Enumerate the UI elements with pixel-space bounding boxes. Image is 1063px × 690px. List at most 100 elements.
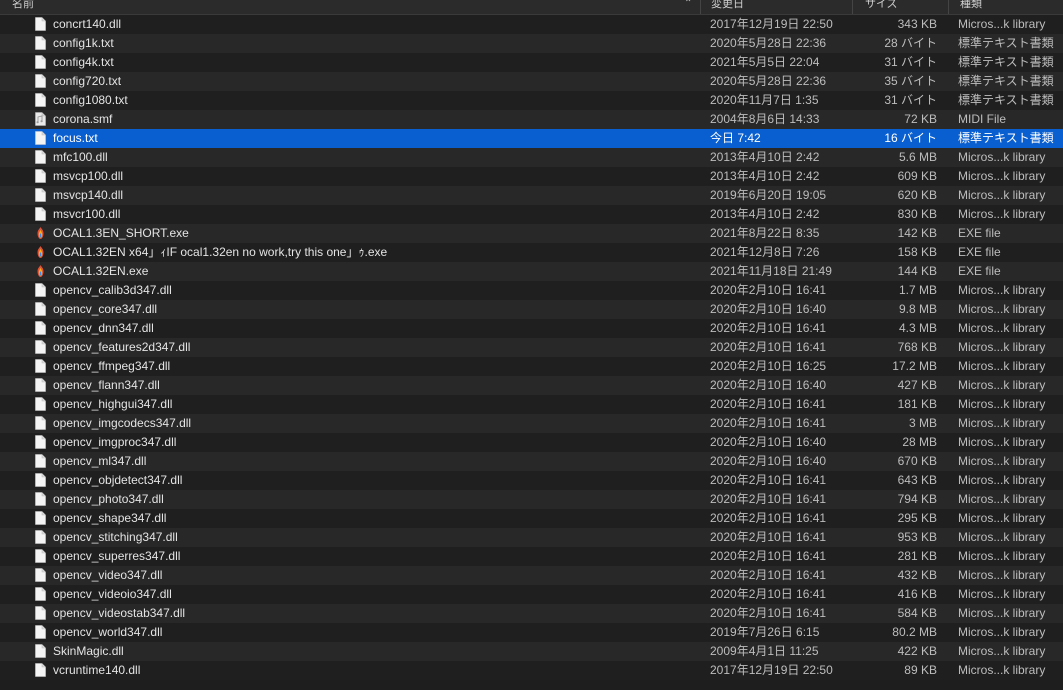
- file-row[interactable]: opencv_core347.dll 2020年2月10日 16:40 9.8 MB…: [0, 300, 1063, 319]
- file-modified-date: 2020年2月10日 16:41: [710, 397, 827, 411]
- file-size: 158 KB: [897, 245, 937, 259]
- column-header-date[interactable]: 変更日: [711, 0, 744, 13]
- file-size: 670 KB: [897, 454, 937, 468]
- file-kind: Micros...k library: [958, 321, 1046, 335]
- file-name: opencv_shape347.dll: [53, 511, 167, 525]
- file-modified-date: 2013年4月10日 2:42: [710, 169, 820, 183]
- file-size: 31 バイト: [884, 55, 937, 69]
- file-modified-date: 2017年12月19日 22:50: [710, 663, 833, 677]
- file-name: opencv_features2d347.dll: [53, 340, 191, 354]
- file-row[interactable]: concrt140.dll 2017年12月19日 22:50 343 KB Micr…: [0, 15, 1063, 34]
- file-row[interactable]: config720.txt 2020年5月28日 22:36 35 バイト 標準テキス…: [0, 72, 1063, 91]
- file-modified-date: 2020年2月10日 16:41: [710, 606, 827, 620]
- file-row[interactable]: OCAL1.32EN x64」ｨIF ocal1.32en no work,tr…: [0, 243, 1063, 262]
- file-modified-date: 2004年8月6日 14:33: [710, 112, 820, 126]
- column-divider[interactable]: [948, 0, 949, 14]
- file-row[interactable]: opencv_features2d347.dll 2020年2月10日 16:41…: [0, 338, 1063, 357]
- document-icon: [35, 150, 46, 164]
- file-row[interactable]: opencv_videoio347.dll 2020年2月10日 16:41 416…: [0, 585, 1063, 604]
- file-size: 72 KB: [904, 112, 937, 126]
- file-row[interactable]: opencv_photo347.dll 2020年2月10日 16:41 794 K…: [0, 490, 1063, 509]
- file-name: opencv_imgproc347.dll: [53, 435, 177, 449]
- file-name: vcruntime140.dll: [53, 663, 141, 677]
- file-row[interactable]: config1080.txt 2020年11月7日 1:35 31 バイト 標準テキス…: [0, 91, 1063, 110]
- file-kind: Micros...k library: [958, 302, 1046, 316]
- file-row[interactable]: msvcp140.dll 2019年6月20日 19:05 620 KB Micros…: [0, 186, 1063, 205]
- document-icon: [35, 473, 46, 487]
- column-header-size[interactable]: サイズ: [865, 0, 898, 13]
- file-row[interactable]: corona.smf 2004年8月6日 14:33 72 KB MIDI File: [0, 110, 1063, 129]
- file-kind: Micros...k library: [958, 207, 1046, 221]
- file-kind: Micros...k library: [958, 435, 1046, 449]
- file-row[interactable]: opencv_video347.dll 2020年2月10日 16:41 432 K…: [0, 566, 1063, 585]
- column-header-name[interactable]: 名前: [12, 0, 34, 13]
- file-name: opencv_highgui347.dll: [53, 397, 173, 411]
- file-row[interactable]: config1k.txt 2020年5月28日 22:36 28 バイト 標準テキスト…: [0, 34, 1063, 53]
- file-row[interactable]: opencv_stitching347.dll 2020年2月10日 16:41 9…: [0, 528, 1063, 547]
- file-row[interactable]: opencv_shape347.dll 2020年2月10日 16:41 295 K…: [0, 509, 1063, 528]
- file-kind: Micros...k library: [958, 340, 1046, 354]
- file-kind: EXE file: [958, 264, 1001, 278]
- file-size: 17.2 MB: [892, 359, 937, 373]
- sort-chevron-icon[interactable]: ⌃: [684, 0, 692, 13]
- file-modified-date: 2020年2月10日 16:41: [710, 549, 827, 563]
- file-kind: Micros...k library: [958, 492, 1046, 506]
- file-modified-date: 2013年4月10日 2:42: [710, 150, 820, 164]
- file-size: 16 バイト: [884, 131, 937, 145]
- document-icon: [35, 55, 46, 69]
- column-header-kind[interactable]: 種類: [960, 0, 982, 13]
- vertical-scrollbar[interactable]: [1057, 15, 1063, 690]
- file-modified-date: 2020年2月10日 16:41: [710, 568, 827, 582]
- file-row[interactable]: opencv_calib3d347.dll 2020年2月10日 16:41 1.7…: [0, 281, 1063, 300]
- file-kind: EXE file: [958, 245, 1001, 259]
- file-row[interactable]: focus.txt 今日 7:42 16 バイト 標準テキスト書類: [0, 129, 1063, 148]
- document-icon: [35, 663, 46, 677]
- file-row[interactable]: msvcp100.dll 2013年4月10日 2:42 609 KB Micros.…: [0, 167, 1063, 186]
- document-icon: [35, 568, 46, 582]
- file-row[interactable]: opencv_videostab347.dll 2020年2月10日 16:41 5…: [0, 604, 1063, 623]
- exe-icon: [35, 264, 46, 278]
- file-row[interactable]: vcruntime140.dll 2017年12月19日 22:50 89 KB Mi…: [0, 661, 1063, 680]
- file-row[interactable]: opencv_imgproc347.dll 2020年2月10日 16:40 28 …: [0, 433, 1063, 452]
- file-row[interactable]: OCAL1.3EN_SHORT.exe 2021年8月22日 8:35 142 KB…: [0, 224, 1063, 243]
- file-kind: Micros...k library: [958, 549, 1046, 563]
- file-size: 89 KB: [904, 663, 937, 677]
- file-row[interactable]: opencv_ffmpeg347.dll 2020年2月10日 16:25 17.2…: [0, 357, 1063, 376]
- file-row[interactable]: mfc100.dll 2013年4月10日 2:42 5.6 MB Micros...…: [0, 148, 1063, 167]
- file-row[interactable]: opencv_ml347.dll 2020年2月10日 16:40 670 KB Mi…: [0, 452, 1063, 471]
- file-row[interactable]: opencv_flann347.dll 2020年2月10日 16:40 427 K…: [0, 376, 1063, 395]
- file-name: SkinMagic.dll: [53, 644, 124, 658]
- file-name: opencv_objdetect347.dll: [53, 473, 183, 487]
- file-row[interactable]: msvcr100.dll 2013年4月10日 2:42 830 KB Micros.…: [0, 205, 1063, 224]
- column-divider[interactable]: [700, 0, 701, 14]
- file-row[interactable]: opencv_highgui347.dll 2020年2月10日 16:41 181…: [0, 395, 1063, 414]
- file-row[interactable]: SkinMagic.dll 2009年4月1日 11:25 422 KB Micros…: [0, 642, 1063, 661]
- file-modified-date: 2021年5月5日 22:04: [710, 55, 820, 69]
- file-row[interactable]: OCAL1.32EN.exe 2021年11月18日 21:49 144 KB EXE…: [0, 262, 1063, 281]
- file-kind: Micros...k library: [958, 359, 1046, 373]
- file-kind: Micros...k library: [958, 663, 1046, 677]
- file-name: opencv_ffmpeg347.dll: [53, 359, 171, 373]
- file-row[interactable]: opencv_superres347.dll 2020年2月10日 16:41 28…: [0, 547, 1063, 566]
- document-icon: [35, 416, 46, 430]
- file-kind: Micros...k library: [958, 587, 1046, 601]
- file-name: opencv_superres347.dll: [53, 549, 181, 563]
- column-divider[interactable]: [852, 0, 853, 14]
- file-kind: Micros...k library: [958, 511, 1046, 525]
- file-row[interactable]: opencv_world347.dll 2019年7月26日 6:15 80.2 M…: [0, 623, 1063, 642]
- file-modified-date: 2020年2月10日 16:41: [710, 321, 827, 335]
- file-row[interactable]: opencv_dnn347.dll 2020年2月10日 16:41 4.3 MB M…: [0, 319, 1063, 338]
- file-modified-date: 2021年11月18日 21:49: [710, 264, 832, 278]
- file-row[interactable]: opencv_imgcodecs347.dll 2020年2月10日 16:41 3…: [0, 414, 1063, 433]
- file-kind: Micros...k library: [958, 397, 1046, 411]
- file-size: 295 KB: [897, 511, 937, 525]
- file-kind: Micros...k library: [958, 17, 1046, 31]
- file-name: concrt140.dll: [53, 17, 122, 31]
- file-row[interactable]: opencv_objdetect347.dll 2020年2月10日 16:41 6…: [0, 471, 1063, 490]
- file-kind: Micros...k library: [958, 416, 1046, 430]
- file-size: 609 KB: [897, 169, 937, 183]
- file-size: 343 KB: [897, 17, 937, 31]
- file-modified-date: 2020年2月10日 16:41: [710, 530, 827, 544]
- file-row[interactable]: config4k.txt 2021年5月5日 22:04 31 バイト 標準テキスト書…: [0, 53, 1063, 72]
- file-kind: Micros...k library: [958, 606, 1046, 620]
